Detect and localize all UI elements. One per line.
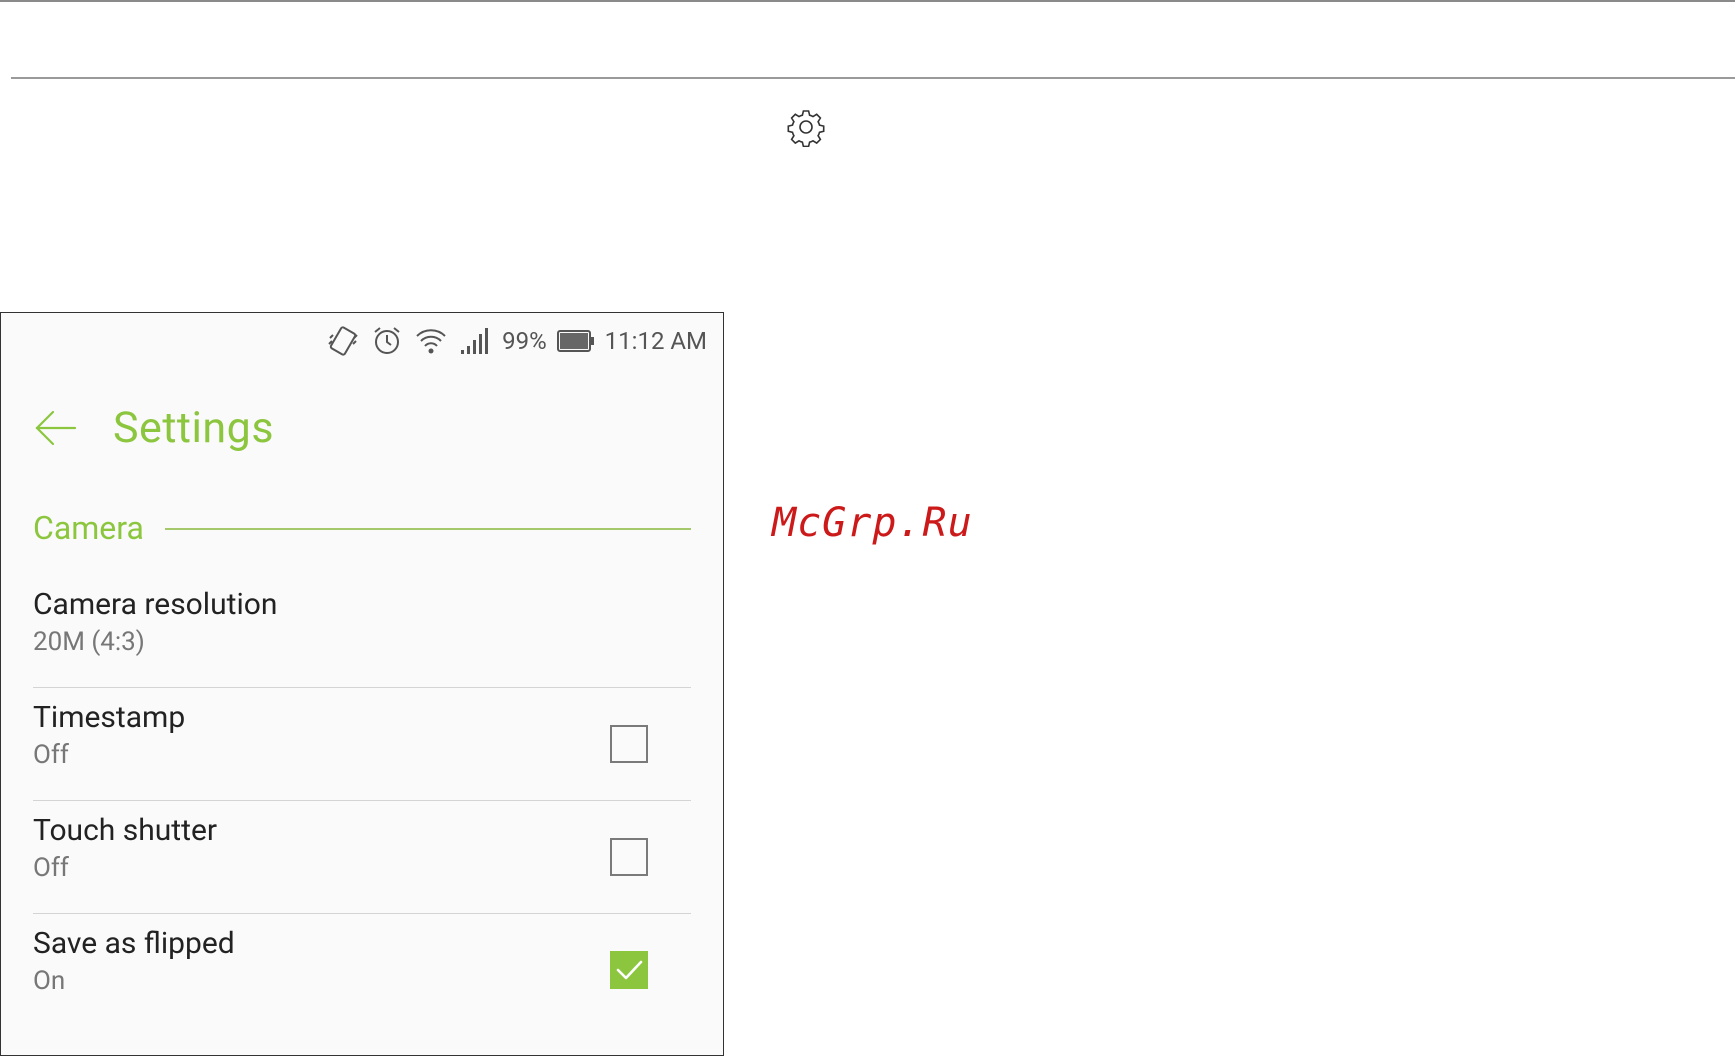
top-rule: [0, 0, 1735, 2]
setting-name: Timestamp: [33, 700, 186, 735]
signal-icon: [461, 328, 489, 354]
section-header-camera: Camera: [33, 509, 691, 549]
setting-touch-shutter[interactable]: Touch shutter Off: [33, 801, 691, 914]
alarm-icon: [374, 327, 400, 354]
setting-value: Off: [33, 853, 69, 883]
setting-timestamp[interactable]: Timestamp Off: [33, 688, 691, 801]
clock: 11:12 AM: [604, 327, 707, 355]
setting-value: 20M (4:3): [33, 627, 145, 657]
battery-percent: 99%: [502, 327, 547, 355]
setting-value: Off: [33, 740, 69, 770]
setting-camera-resolution[interactable]: Camera resolution 20M (4:3): [33, 575, 691, 688]
page-title: Settings: [113, 403, 275, 453]
phone-screen: 99% 11:12 AM Settings Camera Camera reso…: [0, 312, 724, 1056]
save-as-flipped-checkbox[interactable]: [610, 951, 648, 989]
checkmark-icon: [616, 960, 643, 980]
vibrate-icon: [328, 326, 358, 356]
status-bar: 99% 11:12 AM: [326, 321, 707, 361]
app-bar: Settings: [1, 383, 723, 473]
battery-icon: [556, 330, 594, 352]
timestamp-checkbox[interactable]: [610, 725, 648, 763]
touch-shutter-checkbox[interactable]: [610, 838, 648, 876]
arrow-left-icon[interactable]: [33, 405, 79, 451]
header-rule: [11, 77, 1735, 79]
gear-icon: [787, 110, 825, 147]
setting-save-as-flipped[interactable]: Save as flipped On: [33, 914, 691, 1027]
wifi-icon: [416, 329, 446, 354]
setting-name: Save as flipped: [33, 926, 235, 961]
section-label: Camera: [33, 509, 144, 547]
setting-name: Camera resolution: [33, 587, 278, 622]
setting-name: Touch shutter: [33, 813, 218, 848]
section-divider: [165, 528, 691, 530]
setting-value: On: [33, 966, 66, 996]
watermark: McGrp.Ru: [772, 500, 973, 546]
